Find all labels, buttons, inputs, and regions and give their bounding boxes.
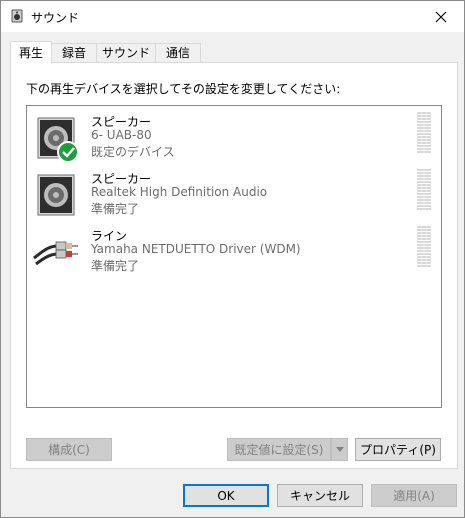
chevron-down-icon xyxy=(335,447,344,452)
window-title: サウンド xyxy=(31,11,80,25)
ok-button[interactable]: OK xyxy=(183,484,269,507)
close-button[interactable] xyxy=(418,1,464,32)
speaker-icon xyxy=(11,9,23,23)
speaker-icon xyxy=(37,117,79,162)
device-item[interactable]: ライン Yamaha NETDUETTO Driver (WDM) 準備完了 xyxy=(27,224,441,280)
playback-panel: 下の再生デバイスを選択してその設定を変更してください: スピーカー 6- UAB… xyxy=(10,62,458,469)
tab-communications[interactable]: 通信 xyxy=(155,43,201,63)
device-item[interactable]: スピーカー 6- UAB-80 既定のデバイス xyxy=(27,110,441,166)
apply-button[interactable]: 適用(A) xyxy=(371,484,457,507)
title-bar: サウンド xyxy=(1,1,464,32)
tab-playback[interactable]: 再生 xyxy=(10,41,52,64)
close-icon xyxy=(435,11,447,22)
properties-button[interactable]: プロパティ(P) xyxy=(355,438,441,461)
device-status: 準備完了 xyxy=(91,202,140,216)
device-list[interactable]: スピーカー 6- UAB-80 既定のデバイス スピーカー Realtek Hi… xyxy=(26,105,442,408)
cancel-button[interactable]: キャンセル xyxy=(277,484,363,507)
configure-button[interactable]: 構成(C) xyxy=(26,438,112,461)
volume-meter xyxy=(417,226,431,270)
volume-meter xyxy=(417,112,431,156)
device-description: 6- UAB-80 xyxy=(91,128,152,142)
device-description: Realtek High Definition Audio xyxy=(91,185,268,199)
tab-sounds[interactable]: サウンド xyxy=(96,43,156,63)
instruction-text: 下の再生デバイスを選択してその設定を変更してください: xyxy=(26,82,341,96)
sound-dialog: サウンド 再生 録音 サウンド 通信 下の再生デバイスを選択してその設定を変更し… xyxy=(0,0,465,518)
set-default-button[interactable]: 既定値に設定(S) xyxy=(227,438,331,461)
device-status: 既定のデバイス xyxy=(91,145,175,159)
device-description: Yamaha NETDUETTO Driver (WDM) xyxy=(91,242,301,256)
volume-meter xyxy=(417,169,431,213)
set-default-dropdown[interactable] xyxy=(331,438,348,461)
tab-recording[interactable]: 録音 xyxy=(51,43,97,63)
speaker-icon xyxy=(37,174,75,216)
device-status: 準備完了 xyxy=(91,259,140,273)
audio-cable-icon xyxy=(33,241,78,266)
device-item[interactable]: スピーカー Realtek High Definition Audio 準備完了 xyxy=(27,167,441,223)
